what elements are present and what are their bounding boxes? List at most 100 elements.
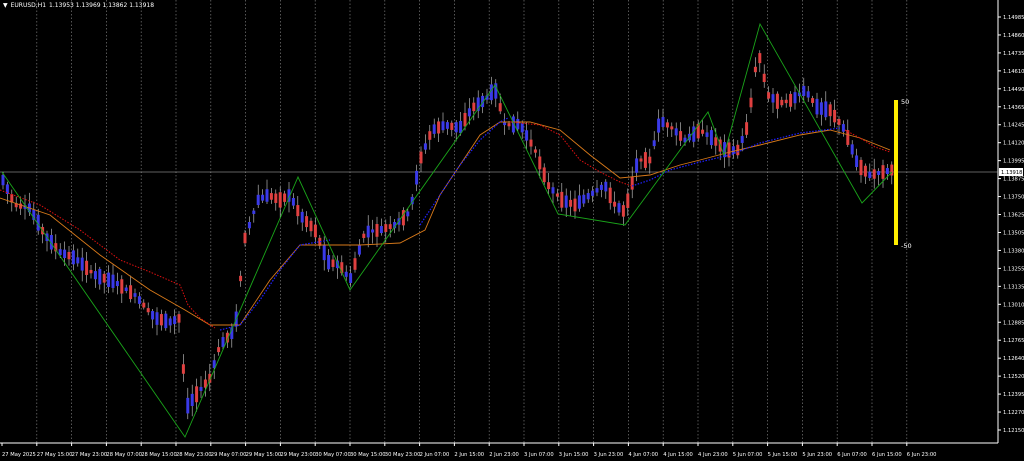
candle-body bbox=[415, 170, 419, 185]
chart-window[interactable]: ▼ EURUSD,H1 1.13953 1.13969 1.13862 1.1391… bbox=[0, 0, 1024, 461]
candle-body bbox=[353, 258, 357, 270]
candle-body bbox=[881, 165, 885, 179]
candle-body bbox=[71, 250, 75, 265]
candle-body bbox=[472, 102, 476, 112]
candle-body bbox=[859, 159, 863, 176]
time-tick-label: 2 Jun 15:00 bbox=[454, 452, 484, 458]
candle-body bbox=[591, 190, 595, 196]
candle-body bbox=[181, 364, 185, 374]
candle-body bbox=[793, 92, 797, 104]
candle-body bbox=[846, 130, 850, 145]
candle-body bbox=[771, 94, 775, 103]
time-tick-label: 2 Jun 07:00 bbox=[420, 452, 450, 458]
candle-body bbox=[349, 273, 353, 283]
candle-body bbox=[555, 193, 559, 197]
time-tick-label: 6 Jun 07:00 bbox=[837, 452, 867, 458]
candle-body bbox=[604, 181, 608, 192]
candle-body bbox=[775, 93, 779, 109]
price-chart[interactable]: 1.14985 1.14860 1.14735 1.14610 1.14490 1.143… bbox=[0, 0, 1024, 461]
candle-body bbox=[265, 189, 269, 202]
candle-body bbox=[159, 314, 163, 326]
candle-body bbox=[652, 140, 656, 147]
price-tick-label: 1.14985 bbox=[1003, 15, 1024, 21]
candle-body bbox=[221, 337, 225, 347]
candle-body bbox=[186, 397, 190, 414]
candle-body bbox=[819, 102, 823, 115]
price-tick-label: 1.14610 bbox=[1003, 69, 1024, 75]
ma-red-line bbox=[0, 189, 216, 329]
candle-body bbox=[661, 117, 665, 127]
candle-body bbox=[850, 144, 854, 155]
candle-body bbox=[151, 311, 155, 320]
candle-body bbox=[564, 195, 568, 208]
candle-body bbox=[577, 195, 581, 209]
candle-body bbox=[291, 198, 295, 206]
candle-body bbox=[85, 260, 89, 275]
price-tick-label: 1.14120 bbox=[1003, 141, 1024, 147]
candle-body bbox=[828, 104, 832, 117]
candle-body bbox=[124, 287, 128, 292]
time-tick-label: 29 May 15:00 bbox=[246, 452, 282, 458]
price-tick-label: 1.14245 bbox=[1003, 123, 1024, 129]
candle-body bbox=[419, 151, 423, 164]
candle-body bbox=[384, 224, 388, 232]
candle-body bbox=[203, 379, 207, 388]
candle-body bbox=[837, 119, 841, 125]
time-tick-label: 5 Jun 23:00 bbox=[802, 452, 832, 458]
candle-body bbox=[379, 226, 383, 234]
time-tick-label: 4 Jun 07:00 bbox=[628, 452, 658, 458]
candle-body bbox=[538, 156, 542, 170]
candle-body bbox=[762, 73, 766, 83]
price-tick-label: 1.12395 bbox=[1003, 392, 1024, 398]
candle-body bbox=[463, 112, 467, 127]
candle-body bbox=[111, 274, 115, 288]
candle-body bbox=[806, 91, 810, 98]
candle-body bbox=[885, 168, 889, 175]
candle-body bbox=[80, 257, 84, 271]
price-tick-label: 1.14490 bbox=[1003, 87, 1024, 93]
candle-body bbox=[344, 271, 348, 277]
candle-body bbox=[621, 205, 625, 217]
candle-body bbox=[217, 347, 221, 353]
candle-body bbox=[445, 122, 449, 129]
candle-body bbox=[98, 268, 102, 285]
time-tick-label: 3 Jun 07:00 bbox=[524, 452, 554, 458]
candle-body bbox=[388, 224, 392, 230]
time-tick-label: 27 May 15:00 bbox=[37, 452, 73, 458]
candle-body bbox=[269, 193, 273, 200]
candle-body bbox=[247, 222, 251, 229]
candle-body bbox=[705, 132, 709, 137]
candle-body bbox=[76, 257, 80, 264]
candle-body bbox=[872, 169, 876, 179]
candle-body bbox=[841, 124, 845, 132]
time-tick-label: 29 May 07:00 bbox=[211, 452, 247, 458]
candle-body bbox=[155, 312, 159, 325]
candle-body bbox=[322, 245, 326, 261]
candle-body bbox=[309, 220, 313, 232]
candle-body bbox=[753, 66, 757, 73]
candle-body bbox=[437, 121, 441, 134]
candle-body bbox=[432, 124, 436, 134]
candle-body bbox=[93, 271, 97, 280]
candle-body bbox=[142, 302, 146, 308]
candle-body bbox=[573, 198, 577, 212]
candle-body bbox=[665, 122, 669, 128]
price-tick-label: 1.13995 bbox=[1003, 159, 1024, 165]
price-tick-label: 1.13875 bbox=[1003, 177, 1024, 183]
candle-body bbox=[643, 152, 647, 168]
candle-body bbox=[195, 386, 199, 403]
price-tick-label: 1.12885 bbox=[1003, 320, 1024, 326]
candle-body bbox=[459, 120, 463, 134]
candle-body bbox=[441, 121, 445, 131]
candle-body bbox=[648, 156, 652, 164]
candle-body bbox=[635, 158, 639, 173]
candle-body bbox=[784, 99, 788, 104]
candle-body bbox=[749, 97, 753, 108]
candle-body bbox=[630, 176, 634, 190]
ma-blue-line bbox=[419, 117, 509, 226]
candle-body bbox=[371, 229, 375, 233]
candle-body bbox=[67, 251, 71, 260]
candle-body bbox=[758, 53, 762, 64]
candle-body bbox=[107, 272, 111, 287]
candle-body bbox=[300, 211, 304, 223]
